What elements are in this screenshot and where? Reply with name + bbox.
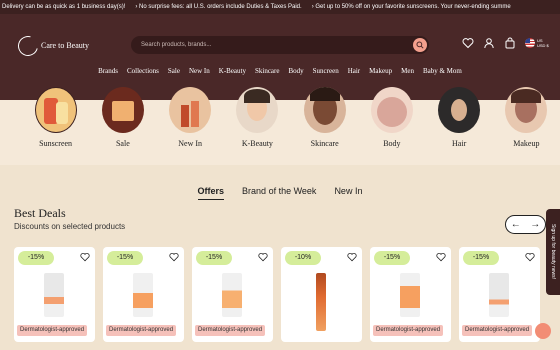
product-tag: Dermatologist-approved (462, 325, 533, 336)
locale-selector[interactable]: US USD $ (525, 38, 549, 48)
nav-men[interactable]: Men (401, 67, 414, 75)
product-card[interactable]: -10% (281, 247, 362, 342)
category-label: Makeup (513, 139, 540, 148)
product-card[interactable]: -15% Dermatologist-approved (14, 247, 95, 342)
discount-badge: -15% (107, 251, 143, 265)
locale-currency: USD $ (537, 43, 549, 48)
nav-sale[interactable]: Sale (168, 67, 180, 75)
product-tag: Dermatologist-approved (106, 325, 177, 336)
product-carousel: -15% Dermatologist-approved -15% Dermato… (14, 247, 540, 342)
category-row: Sunscreen Sale New In K-Beauty Skincare … (0, 86, 560, 162)
category-image (303, 87, 346, 133)
announcement-3: › Get up to 50% off on your favorite sun… (311, 4, 511, 10)
category-image (236, 87, 279, 133)
heart-icon[interactable] (347, 252, 357, 262)
product-tag: Dermatologist-approved (195, 325, 266, 336)
arrow-left-icon[interactable]: ← (511, 219, 521, 230)
category-k-beauty[interactable]: K-Beauty (224, 86, 291, 162)
announcement-2: › No surprise fees: all U.S. orders incl… (135, 4, 302, 10)
product-image (44, 273, 64, 317)
nav-new-in[interactable]: New In (189, 67, 210, 75)
chat-button[interactable] (535, 323, 551, 339)
category-label: Sunscreen (39, 139, 73, 148)
tab-brand-of-the-week[interactable]: Brand of the Week (242, 186, 316, 200)
discount-badge: -15% (18, 251, 54, 265)
bag-icon[interactable] (504, 37, 516, 49)
product-image (316, 273, 326, 331)
category-label: Sale (115, 139, 130, 148)
section-subtitle: Discounts on selected products (14, 222, 126, 231)
product-image (400, 273, 420, 317)
us-flag-icon (525, 38, 535, 48)
discount-badge: -15% (196, 251, 232, 265)
nav-skincare[interactable]: Skincare (255, 67, 280, 75)
category-label: K-Beauty (241, 139, 273, 148)
category-makeup[interactable]: Makeup (493, 86, 560, 162)
product-image (489, 273, 509, 317)
category-label: Skincare (310, 139, 339, 148)
product-card[interactable]: -15% Dermatologist-approved (459, 247, 540, 342)
announcement-bar: Delivery can be as quick as 1 business d… (0, 0, 560, 14)
heart-icon[interactable] (525, 252, 535, 262)
product-card[interactable]: -15% Dermatologist-approved (103, 247, 184, 342)
nav-hair[interactable]: Hair (348, 67, 360, 75)
newsletter-tab[interactable]: Sign up for beauty news! (546, 209, 560, 295)
heart-icon[interactable] (436, 252, 446, 262)
product-tag: Dermatologist-approved (17, 325, 88, 336)
product-tag: Dermatologist-approved (373, 325, 444, 336)
arrow-right-icon[interactable]: → (530, 219, 540, 230)
nav-brands[interactable]: Brands (98, 67, 118, 75)
header-actions: US USD $ (462, 37, 549, 49)
deals-section: Offers Brand of the Week New In Best Dea… (0, 165, 560, 350)
nav-makeup[interactable]: Makeup (369, 67, 392, 75)
heart-icon[interactable] (169, 252, 179, 262)
nav-body[interactable]: Body (288, 67, 303, 75)
product-image (133, 273, 153, 317)
category-image (370, 87, 413, 133)
user-icon[interactable] (483, 37, 495, 49)
discount-badge: -15% (374, 251, 410, 265)
nav-collections[interactable]: Collections (127, 67, 159, 75)
category-image (505, 87, 548, 133)
search-bar[interactable]: Search products, brands... (131, 36, 429, 54)
category-label: New In (178, 139, 203, 148)
category-image (169, 87, 212, 133)
logo-icon (14, 32, 42, 60)
brand-logo[interactable]: Care to Beauty (14, 32, 89, 60)
heart-icon[interactable] (462, 37, 474, 49)
category-sunscreen[interactable]: Sunscreen (22, 86, 89, 162)
category-label: Hair (452, 139, 467, 148)
category-hair[interactable]: Hair (426, 86, 493, 162)
nav-k-beauty[interactable]: K-Beauty (219, 67, 246, 75)
carousel-controls: ← → (505, 215, 546, 234)
search-icon (416, 41, 424, 49)
section-title: Best Deals (14, 206, 66, 220)
section-tabs: Offers Brand of the Week New In (0, 186, 560, 200)
nav-baby-mom[interactable]: Baby & Mom (423, 67, 462, 75)
nav-suncreen[interactable]: Suncreen (313, 67, 339, 75)
category-new-in[interactable]: New In (157, 86, 224, 162)
category-image (438, 87, 481, 133)
tab-offers[interactable]: Offers (197, 186, 225, 200)
category-label: Body (383, 139, 401, 148)
discount-badge: -15% (463, 251, 499, 265)
announcement-1: Delivery can be as quick as 1 business d… (2, 4, 126, 10)
discount-badge: -10% (285, 251, 321, 265)
category-sale[interactable]: Sale (89, 86, 156, 162)
product-card[interactable]: -15% Dermatologist-approved (370, 247, 451, 342)
category-image (101, 87, 144, 133)
brand-name: Care to Beauty (41, 41, 89, 50)
category-skincare[interactable]: Skincare (291, 86, 358, 162)
product-card[interactable]: -15% Dermatologist-approved (192, 247, 273, 342)
category-body[interactable]: Body (358, 86, 425, 162)
product-image (222, 273, 242, 317)
search-button[interactable] (413, 38, 427, 52)
heart-icon[interactable] (80, 252, 90, 262)
main-nav: Brands Collections Sale New In K-Beauty … (0, 67, 560, 75)
heart-icon[interactable] (258, 252, 268, 262)
search-input[interactable]: Search products, brands... (141, 42, 211, 48)
category-image (34, 87, 77, 133)
tab-new-in[interactable]: New In (334, 186, 362, 200)
